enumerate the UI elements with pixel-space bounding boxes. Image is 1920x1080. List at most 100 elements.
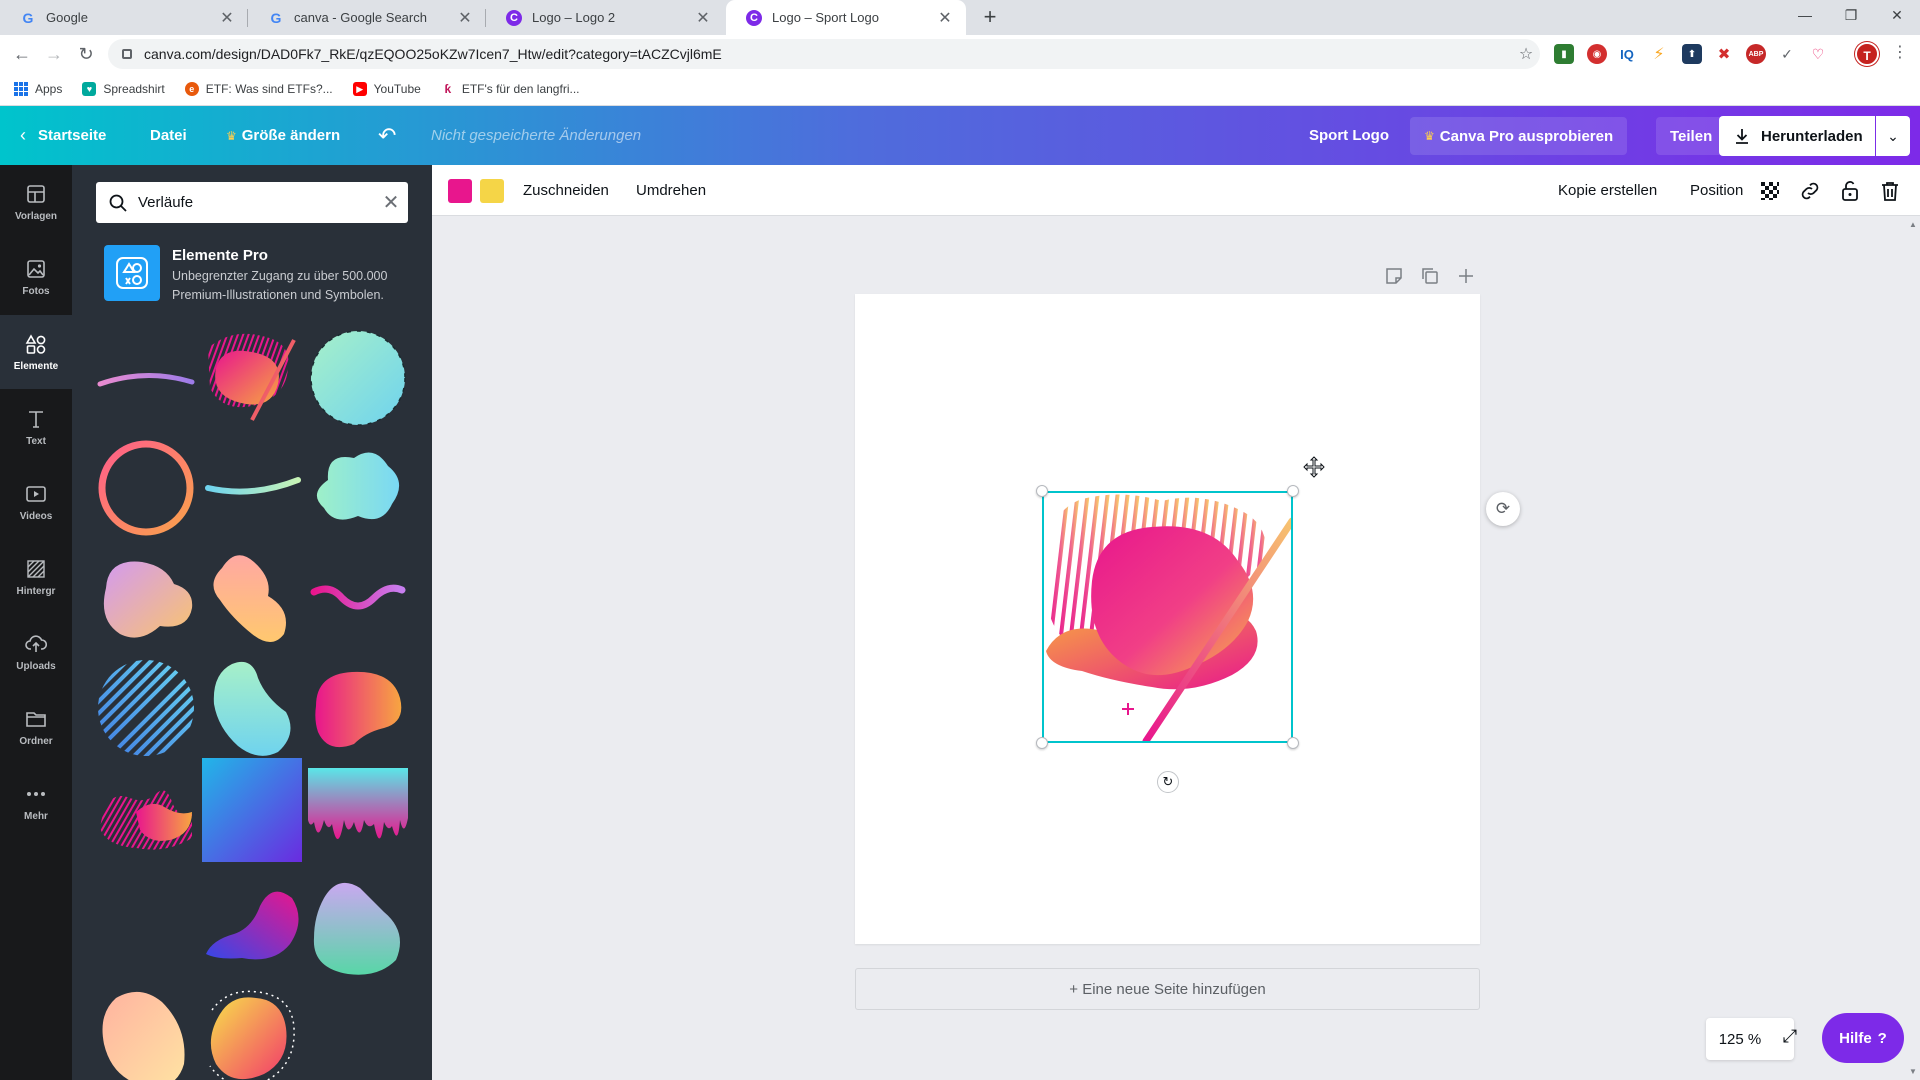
duplicate-button[interactable]: Kopie erstellen bbox=[1558, 165, 1657, 216]
cloud-blob-element[interactable] bbox=[308, 438, 408, 538]
pink-orange-blob-element[interactable] bbox=[308, 658, 408, 758]
resize-handle-bottom-left[interactable] bbox=[1036, 737, 1048, 749]
restore-icon[interactable]: ❐ bbox=[1828, 0, 1874, 32]
extension-icon[interactable]: ▮ bbox=[1554, 44, 1574, 64]
blue-purple-gradient-square-element[interactable] bbox=[202, 758, 302, 862]
fullscreen-icon[interactable]: ⤢ bbox=[1778, 1026, 1802, 1050]
download-options-chevron-down-icon[interactable]: ⌄ bbox=[1876, 116, 1910, 156]
thin-gradient-line-element[interactable] bbox=[308, 988, 408, 1080]
resize-button[interactable]: ♛ Größe ändern bbox=[226, 106, 340, 165]
close-icon[interactable]: ✕ bbox=[694, 8, 712, 28]
color-swatch-pink[interactable] bbox=[448, 179, 472, 203]
back-icon[interactable]: ← bbox=[8, 41, 36, 69]
address-bar[interactable]: canva.com/design/DAD0Fk7_RkE/qzEQOO25oKZ… bbox=[108, 39, 1540, 69]
browser-tab-google-search[interactable]: G canva - Google Search ✕ bbox=[248, 0, 486, 35]
browser-tab-google[interactable]: G Google ✕ bbox=[0, 0, 248, 35]
adblock-icon[interactable]: ABP bbox=[1746, 44, 1766, 64]
forward-icon[interactable]: → bbox=[40, 41, 68, 69]
rail-item-templates[interactable]: Vorlagen bbox=[0, 165, 72, 239]
extension-icon[interactable]: ⚡ bbox=[1649, 44, 1669, 64]
extension-icon[interactable]: ✖ bbox=[1714, 44, 1734, 64]
minimize-icon[interactable]: — bbox=[1782, 0, 1828, 32]
close-icon[interactable]: ✕ bbox=[218, 8, 236, 28]
gradient-stroke-element[interactable] bbox=[96, 328, 196, 428]
flip-button[interactable]: Umdrehen bbox=[636, 165, 706, 216]
crop-button[interactable]: Zuschneiden bbox=[523, 165, 609, 216]
rail-item-uploads[interactable]: Uploads bbox=[0, 615, 72, 689]
blue-magenta-blob-element[interactable] bbox=[202, 878, 302, 978]
gradient-ring-element[interactable] bbox=[96, 438, 196, 538]
vertical-scrollbar[interactable]: ▲ ▼ bbox=[1906, 216, 1920, 1080]
mint-brush-circle-element[interactable] bbox=[308, 328, 408, 428]
gradient-blob-striped-element[interactable] bbox=[202, 328, 302, 428]
resize-handle-top-right[interactable] bbox=[1287, 485, 1299, 497]
mint-brush-stroke-element[interactable] bbox=[202, 438, 302, 538]
help-button[interactable]: Hilfe ? bbox=[1822, 1013, 1904, 1063]
profile-avatar[interactable]: T bbox=[1855, 42, 1879, 66]
bookmark-star-icon[interactable]: ☆ bbox=[1512, 44, 1540, 64]
browser-tab-sport-logo[interactable]: C Logo – Sport Logo ✕ bbox=[726, 0, 966, 35]
add-new-page-button[interactable]: + Eine neue Seite hinzufügen bbox=[855, 968, 1480, 1010]
download-button[interactable]: Herunterladen bbox=[1719, 116, 1875, 156]
design-name[interactable]: Sport Logo bbox=[1309, 106, 1389, 165]
bookmark-youtube[interactable]: ▶ YouTube bbox=[352, 82, 421, 96]
resize-handle-top-left[interactable] bbox=[1036, 485, 1048, 497]
duplicate-page-icon[interactable] bbox=[1420, 266, 1440, 286]
share-button[interactable]: Teilen bbox=[1656, 117, 1727, 155]
striped-circle-element[interactable] bbox=[96, 658, 196, 758]
close-icon[interactable]: ✕ bbox=[936, 8, 954, 28]
mint-blob-element[interactable] bbox=[202, 658, 302, 758]
reload-icon[interactable]: ↻ bbox=[72, 41, 100, 69]
refresh-design-icon[interactable]: ⟳ bbox=[1486, 492, 1520, 526]
canva-pro-trial-button[interactable]: ♛ Canva Pro ausprobieren bbox=[1410, 117, 1628, 155]
browser-tab-logo-2[interactable]: C Logo – Logo 2 ✕ bbox=[486, 0, 724, 35]
lavender-mint-blob-element[interactable] bbox=[308, 878, 408, 978]
bookmark-apps[interactable]: Apps bbox=[14, 82, 62, 96]
elements-search-box[interactable]: ✕ bbox=[96, 182, 408, 223]
page-notes-icon[interactable] bbox=[1384, 266, 1404, 286]
trash-icon[interactable] bbox=[1878, 179, 1902, 203]
lock-icon[interactable] bbox=[1838, 179, 1862, 203]
home-button[interactable]: ‹ Startseite bbox=[20, 106, 106, 165]
link-icon[interactable] bbox=[1798, 179, 1822, 203]
position-button[interactable]: Position bbox=[1690, 165, 1743, 216]
close-icon[interactable]: ✕ bbox=[456, 8, 474, 28]
undo-icon[interactable]: ↶ bbox=[378, 106, 396, 165]
extension-icon[interactable]: ◉ bbox=[1587, 44, 1607, 64]
file-menu-button[interactable]: Datei bbox=[150, 106, 187, 165]
peach-oval-element[interactable] bbox=[96, 988, 196, 1080]
pastel-blob-element[interactable] bbox=[96, 548, 196, 648]
clear-search-icon[interactable]: ✕ bbox=[374, 190, 408, 215]
rail-item-background[interactable]: Hintergr bbox=[0, 540, 72, 614]
rail-item-more[interactable]: Mehr bbox=[0, 765, 72, 839]
rotate-handle-icon[interactable]: ↻ bbox=[1157, 771, 1179, 793]
rail-item-elements[interactable]: Elemente bbox=[0, 315, 72, 389]
transparency-icon[interactable] bbox=[1758, 179, 1782, 203]
resize-handle-bottom-right[interactable] bbox=[1287, 737, 1299, 749]
extension-icon[interactable]: ✓ bbox=[1777, 44, 1797, 64]
add-page-icon[interactable] bbox=[1456, 266, 1476, 286]
extension-icon[interactable]: ♡ bbox=[1808, 44, 1828, 64]
rail-item-videos[interactable]: Videos bbox=[0, 465, 72, 539]
drip-gradient-element[interactable] bbox=[308, 768, 408, 868]
rail-item-photos[interactable]: Fotos bbox=[0, 240, 72, 314]
kebab-menu-icon[interactable]: ⋮ bbox=[1890, 42, 1910, 62]
extension-iq-icon[interactable]: IQ bbox=[1617, 44, 1637, 64]
color-swatch-yellow[interactable] bbox=[480, 179, 504, 203]
pink-wave-element[interactable] bbox=[308, 548, 408, 648]
new-tab-button[interactable]: + bbox=[976, 4, 1004, 32]
blue-gradient-line-element[interactable] bbox=[96, 878, 196, 978]
rail-item-folder[interactable]: Ordner bbox=[0, 690, 72, 764]
dotted-orange-blob-element[interactable] bbox=[202, 988, 302, 1080]
bookmark-etf-langfristig[interactable]: ƙ ETF's für den langfri... bbox=[441, 82, 579, 96]
striped-wave-blob-element[interactable] bbox=[96, 768, 196, 868]
elements-pro-promo[interactable]: Elemente Pro Unbegrenzter Zugang zu über… bbox=[104, 245, 404, 305]
peach-blob-element[interactable] bbox=[202, 548, 302, 648]
bookmark-spreadshirt[interactable]: ♥ Spreadshirt bbox=[82, 82, 165, 96]
window-close-icon[interactable]: ✕ bbox=[1874, 0, 1920, 32]
extension-icon[interactable]: ⬆ bbox=[1682, 44, 1702, 64]
rail-item-text[interactable]: Text bbox=[0, 390, 72, 464]
url-text[interactable]: canva.com/design/DAD0Fk7_RkE/qzEQOO25oKZ… bbox=[144, 46, 1512, 62]
bookmark-etf[interactable]: e ETF: Was sind ETFs?... bbox=[184, 82, 333, 96]
elements-search-input[interactable] bbox=[138, 194, 374, 211]
